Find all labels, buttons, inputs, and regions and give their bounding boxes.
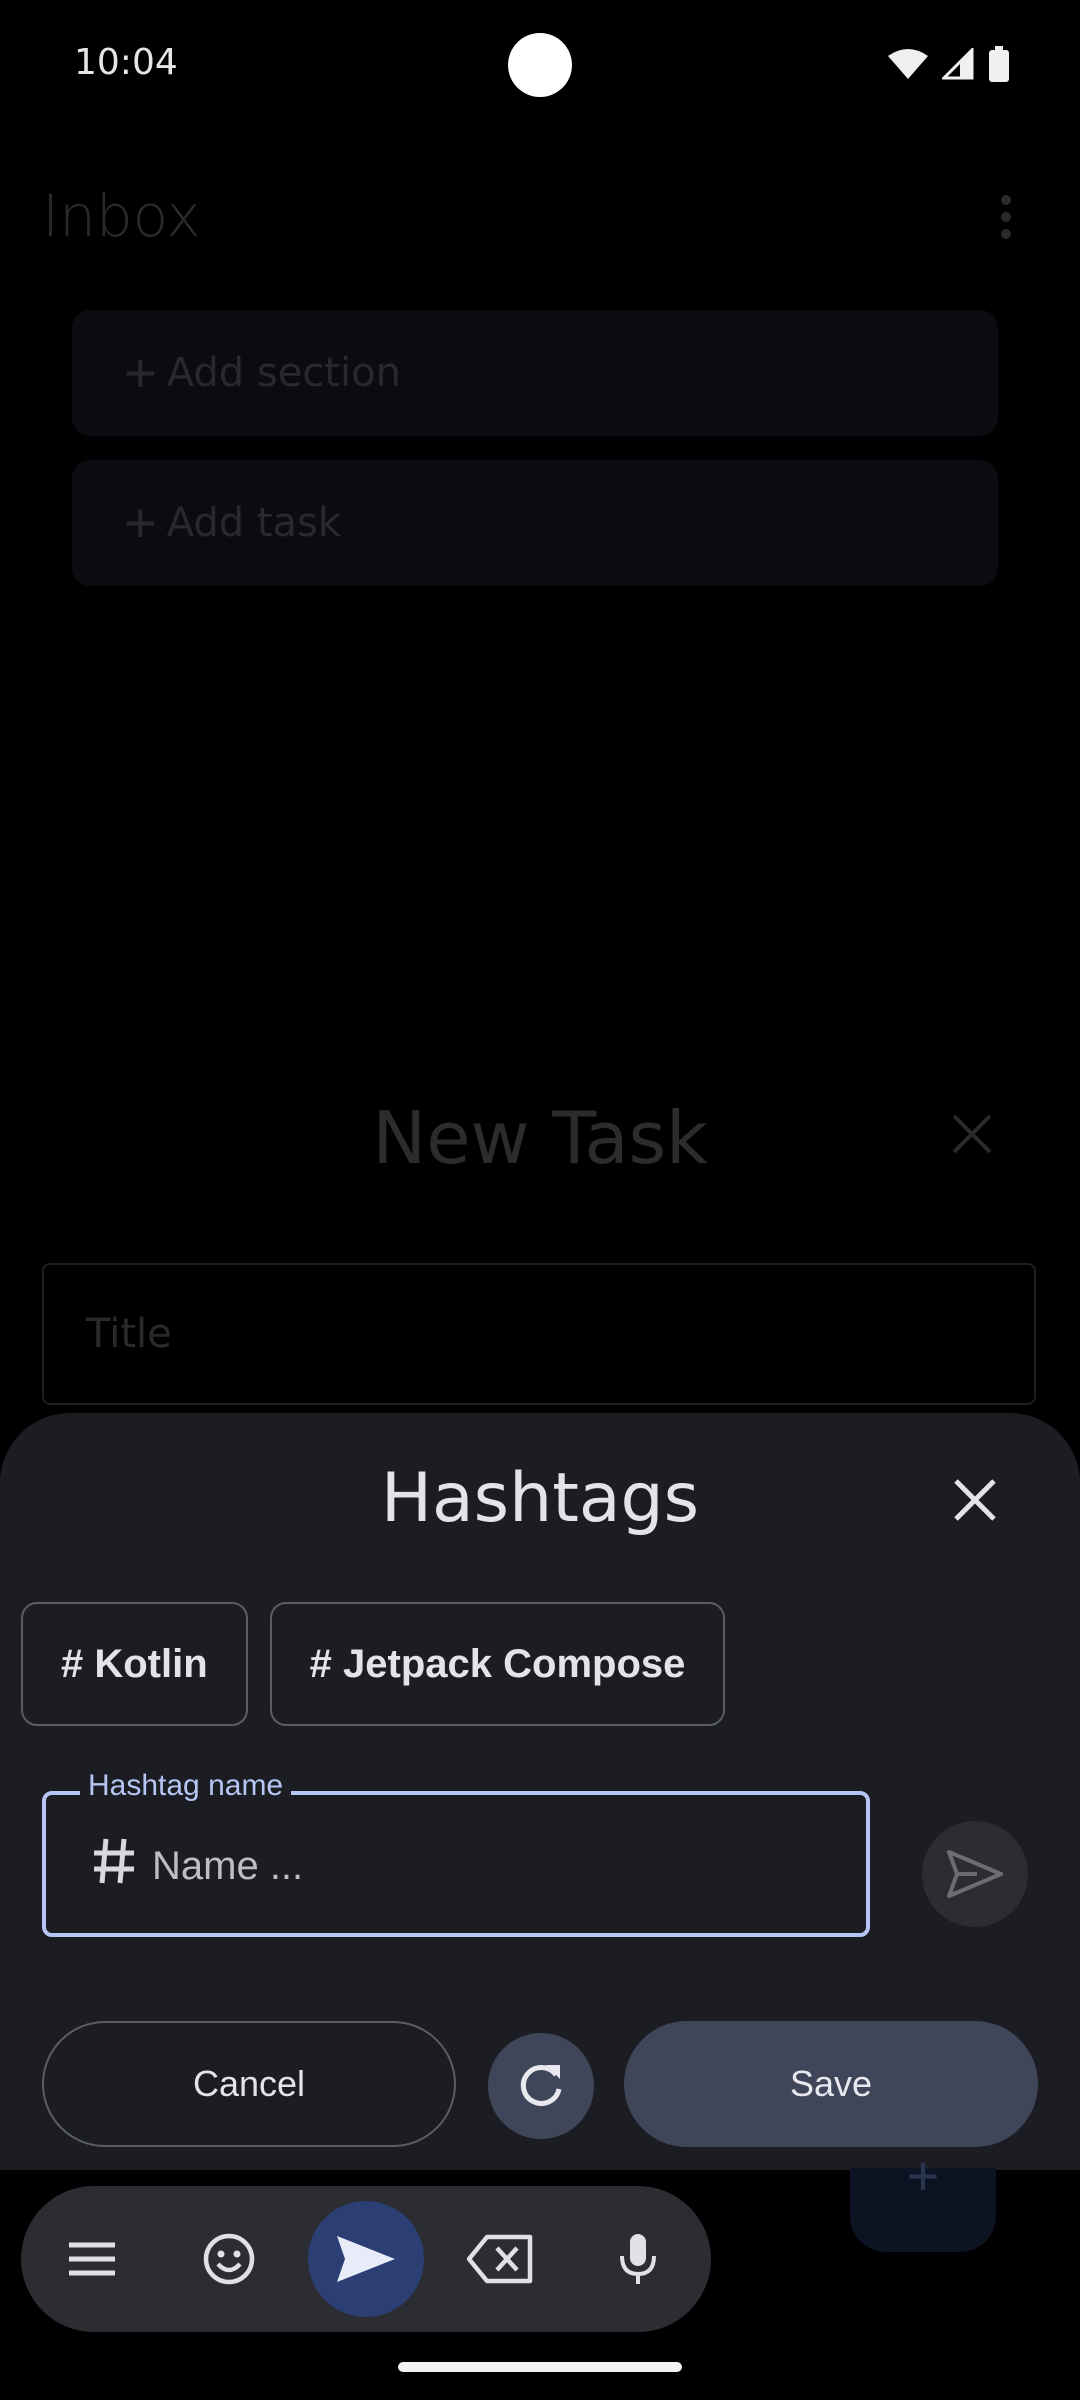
hashtag-name-field[interactable]: Hashtag name bbox=[42, 1769, 870, 1937]
home-indicator[interactable] bbox=[398, 2362, 682, 2372]
close-icon[interactable] bbox=[950, 1112, 994, 1161]
add-fab[interactable]: + bbox=[850, 2144, 996, 2252]
send-icon bbox=[337, 2236, 395, 2282]
emoji-icon[interactable] bbox=[196, 2226, 262, 2292]
chip-kotlin[interactable]: # Kotlin bbox=[21, 1602, 248, 1726]
cancel-button[interactable]: Cancel bbox=[42, 2021, 456, 2147]
add-task-label: Add task bbox=[166, 500, 342, 546]
hashtag-chips: # Kotlin # Jetpack Compose bbox=[21, 1602, 726, 1726]
refresh-icon bbox=[520, 2064, 562, 2106]
wifi-icon bbox=[888, 49, 928, 79]
send-icon bbox=[947, 1850, 1003, 1898]
status-time: 10:04 bbox=[74, 42, 178, 83]
plus-icon: + bbox=[124, 341, 157, 404]
input-toolbar bbox=[21, 2186, 711, 2332]
sheet-title: Hashtags bbox=[380, 1459, 700, 1538]
menu-icon[interactable] bbox=[59, 2226, 125, 2292]
send-button[interactable] bbox=[308, 2201, 424, 2317]
backspace-icon[interactable] bbox=[467, 2226, 533, 2292]
plus-icon: + bbox=[906, 2144, 940, 2207]
close-button[interactable] bbox=[948, 1473, 1002, 1527]
hashtag-input[interactable] bbox=[150, 1825, 834, 1907]
new-task-title: New Task bbox=[372, 1096, 708, 1180]
refresh-button[interactable] bbox=[488, 2033, 594, 2139]
status-bar: 10:04 bbox=[0, 0, 1080, 130]
hashtags-sheet: Hashtags # Kotlin # Jetpack Compose Hash… bbox=[0, 1413, 1080, 2170]
add-task-button[interactable]: + Add task bbox=[72, 460, 998, 586]
chip-jetpack-compose[interactable]: # Jetpack Compose bbox=[269, 1602, 726, 1726]
more-vert-icon[interactable] bbox=[996, 194, 1016, 245]
signal-icon bbox=[942, 48, 974, 80]
mic-icon[interactable] bbox=[605, 2226, 671, 2292]
plus-icon: + bbox=[124, 491, 157, 554]
screen: 10:04 Inbox + Add section + Add task New… bbox=[0, 0, 1080, 2400]
page-title: Inbox bbox=[42, 182, 201, 250]
status-icons bbox=[888, 46, 1010, 82]
title-field[interactable]: Title bbox=[42, 1263, 1036, 1405]
add-section-label: Add section bbox=[166, 350, 401, 396]
add-hashtag-button[interactable] bbox=[922, 1821, 1028, 1927]
hashtag-icon bbox=[94, 1838, 134, 1884]
camera-cutout bbox=[508, 33, 572, 97]
field-label: Hashtag name bbox=[80, 1769, 292, 1803]
title-placeholder: Title bbox=[86, 1311, 172, 1357]
save-button[interactable]: Save bbox=[624, 2021, 1038, 2147]
battery-icon bbox=[989, 46, 1009, 82]
close-icon bbox=[954, 1479, 996, 1521]
add-section-button[interactable]: + Add section bbox=[72, 310, 998, 436]
